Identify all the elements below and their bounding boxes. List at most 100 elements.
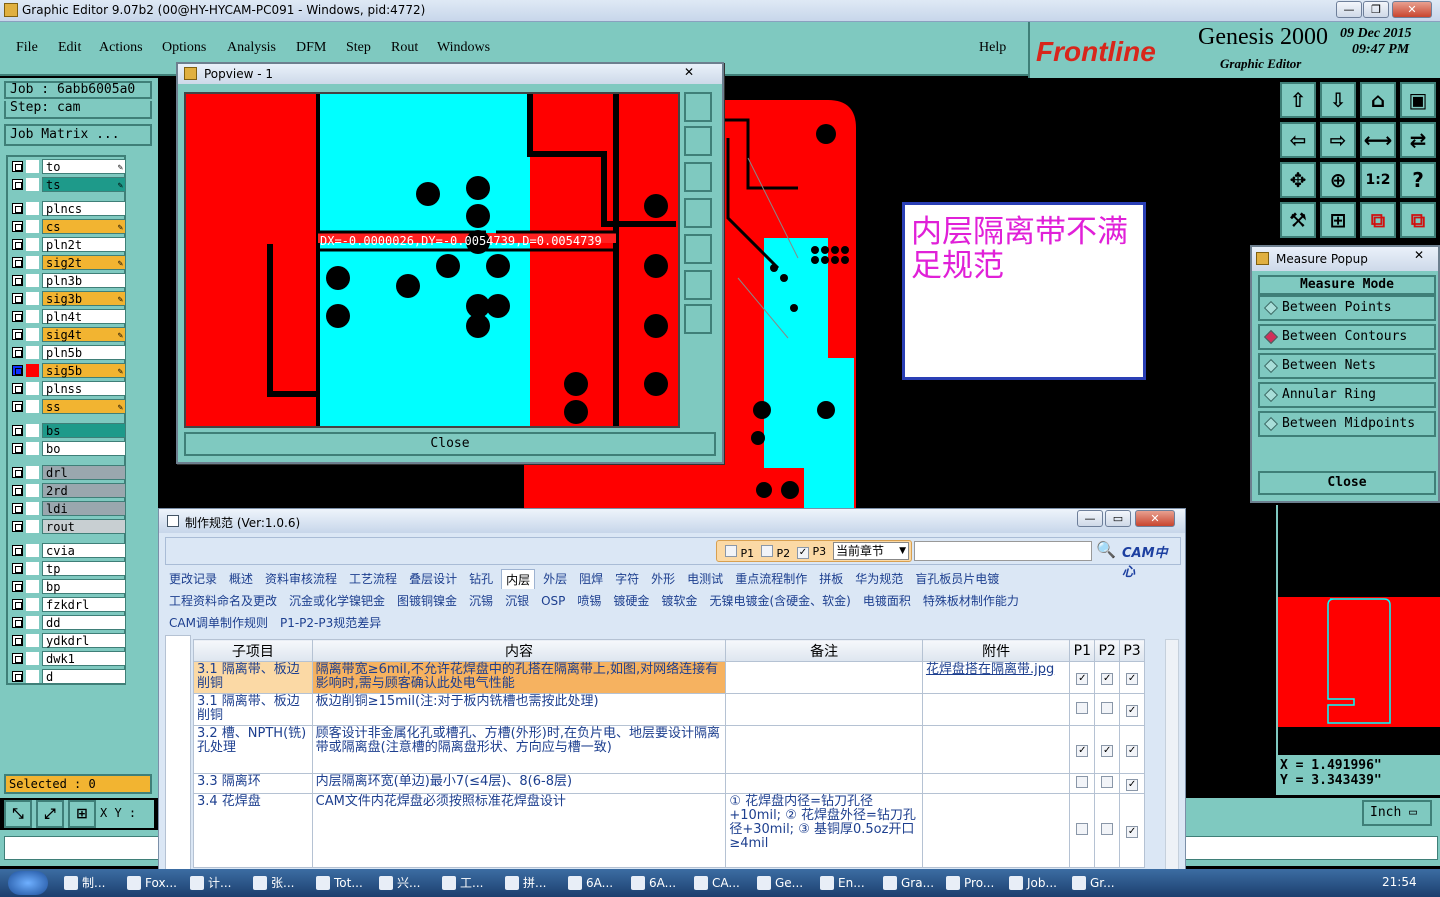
pv-pan-left-icon[interactable] xyxy=(684,198,712,228)
taskbar-item[interactable]: 6A... xyxy=(564,872,624,894)
layer-checkbox[interactable] xyxy=(12,383,23,394)
cell-p3[interactable]: ✓ xyxy=(1119,793,1145,868)
spec-tab[interactable]: 镀软金 xyxy=(657,591,701,611)
layer-name[interactable]: dwk1 xyxy=(42,651,126,666)
layer-name[interactable]: 2rd xyxy=(42,483,126,498)
layer-row[interactable]: tp xyxy=(10,561,126,576)
zoom-box-icon[interactable]: ⤡ xyxy=(4,800,32,828)
layer-name[interactable]: rout xyxy=(42,519,126,534)
spec-tab[interactable]: P1-P2-P3规范差异 xyxy=(276,613,385,633)
cell-p2[interactable] xyxy=(1094,693,1121,726)
menu-analysis[interactable]: Analysis xyxy=(227,40,276,56)
layer-checkbox[interactable] xyxy=(12,161,23,172)
layer-checkbox[interactable] xyxy=(12,467,23,478)
cell-p1[interactable] xyxy=(1069,773,1096,794)
layer-checkbox[interactable] xyxy=(12,293,23,304)
cell-p1[interactable]: ✓ xyxy=(1069,725,1096,774)
layer-name[interactable]: tp xyxy=(42,561,126,576)
layer-name[interactable]: bo xyxy=(42,441,126,456)
taskbar-item[interactable]: 拼... xyxy=(501,872,561,894)
layer-row[interactable]: to ✎ xyxy=(10,159,126,174)
mini-view[interactable] xyxy=(1276,505,1440,755)
search-input[interactable] xyxy=(914,541,1092,561)
spec-tab[interactable]: 喷锡 xyxy=(573,591,605,611)
taskbar-item[interactable]: Job... xyxy=(1005,872,1065,894)
taskbar-item[interactable]: Tot... xyxy=(312,872,372,894)
toolbar-grid-icon[interactable]: ⊞ xyxy=(1320,202,1356,238)
layer-checkbox[interactable] xyxy=(12,365,23,376)
col-item[interactable]: 子项目 xyxy=(193,639,313,662)
cell-p1[interactable]: ✓ xyxy=(1069,661,1096,694)
layer-name[interactable]: pln4t xyxy=(42,309,126,324)
menu-actions[interactable]: Actions xyxy=(99,40,143,56)
taskbar-item[interactable]: Fox... xyxy=(123,872,183,894)
layer-checkbox[interactable] xyxy=(12,221,23,232)
taskbar-item[interactable]: 工... xyxy=(438,872,498,894)
maximize-button[interactable]: ❐ xyxy=(1363,1,1389,18)
toolbar-layers-icon[interactable]: ⧉ xyxy=(1400,202,1436,238)
layer-row[interactable]: sig2t ✎ xyxy=(10,255,126,270)
pv-pan-down-icon[interactable] xyxy=(684,162,712,192)
table-row[interactable]: 3.3 隔离环 内层隔离环宽(单边)最小7(≤4层)、8(6-8层) ✓ xyxy=(193,773,1145,794)
spec-tab[interactable]: 拼板 xyxy=(815,569,847,589)
layer-row[interactable]: ss ✎ xyxy=(10,399,126,414)
layer-name[interactable]: pln5b xyxy=(42,345,126,360)
cell-attachment[interactable]: 花焊盘搭在隔离带.jpg xyxy=(921,661,1071,694)
menu-rout[interactable]: Rout xyxy=(391,40,418,56)
pv-pan-up-icon[interactable] xyxy=(684,126,712,156)
spec-tab[interactable]: 钻孔 xyxy=(465,569,497,589)
layer-checkbox[interactable] xyxy=(12,443,23,454)
layer-row[interactable]: pln2t xyxy=(10,237,126,252)
cell-p3[interactable]: ✓ xyxy=(1119,661,1145,694)
mode-between-points[interactable]: Between Points xyxy=(1258,295,1436,321)
layer-checkbox[interactable] xyxy=(12,401,23,412)
table-row[interactable]: 3.1 隔离带、板边削铜 板边削铜≥15mil(注:对于板内铣槽也需按此处理) ✓ xyxy=(193,693,1145,726)
cell-attachment[interactable] xyxy=(921,725,1071,774)
filter-p1[interactable]: P1 xyxy=(725,545,754,560)
spec-tab[interactable]: 镀硬金 xyxy=(609,591,653,611)
menu-windows[interactable]: Windows xyxy=(437,40,490,56)
chapter-select[interactable]: 当前章节 ▼ xyxy=(833,542,909,560)
spec-close-button[interactable]: ✕ xyxy=(1135,510,1175,527)
measure-close-button[interactable]: Close xyxy=(1258,471,1436,495)
toolbar-building-icon[interactable]: ⌂ xyxy=(1360,82,1396,118)
spec-tab[interactable]: 阻焊 xyxy=(575,569,607,589)
cell-p3[interactable]: ✓ xyxy=(1119,693,1145,726)
toolbar-fit-icon[interactable]: ✥ xyxy=(1280,162,1316,198)
vertical-scrollbar[interactable] xyxy=(1165,639,1179,889)
layer-checkbox[interactable] xyxy=(12,521,23,532)
layer-row[interactable]: bp xyxy=(10,579,126,594)
pv-zoom-in-icon[interactable] xyxy=(684,270,712,300)
layer-checkbox[interactable] xyxy=(12,275,23,286)
toolbar-help-icon[interactable]: ? xyxy=(1400,162,1436,198)
taskbar-item[interactable]: En... xyxy=(816,872,876,894)
layer-row[interactable]: bo xyxy=(10,441,126,456)
layer-checkbox[interactable] xyxy=(12,179,23,190)
spec-tab[interactable]: 盲孔板员片电镀 xyxy=(911,569,1003,589)
cell-p1[interactable] xyxy=(1069,793,1096,868)
taskbar-item[interactable]: Ge... xyxy=(753,872,813,894)
spec-minimize-button[interactable]: — xyxy=(1077,510,1103,527)
layer-name[interactable]: dd xyxy=(42,615,126,630)
cell-attachment[interactable] xyxy=(921,693,1071,726)
taskbar-item[interactable]: Gra... xyxy=(879,872,939,894)
toolbar-home-icon[interactable]: ⇧ xyxy=(1280,82,1316,118)
layer-row[interactable]: dd xyxy=(10,615,126,630)
layer-row[interactable]: pln4t xyxy=(10,309,126,324)
spec-tab[interactable]: 华为规范 xyxy=(851,569,907,589)
mode-annular-ring[interactable]: Annular Ring xyxy=(1258,382,1436,408)
layer-checkbox[interactable] xyxy=(12,635,23,646)
grid-icon[interactable]: ⊞ xyxy=(68,800,96,828)
spec-tab[interactable]: 工程资料命名及更改 xyxy=(165,591,281,611)
col-p3[interactable]: P3 xyxy=(1119,639,1145,662)
layer-name[interactable]: plncs xyxy=(42,201,126,216)
layer-name[interactable]: ts ✎ xyxy=(42,177,126,192)
pv-pan-right-icon[interactable] xyxy=(684,234,712,264)
spec-tab[interactable]: 内层 xyxy=(501,569,536,589)
pv-zoom-fit-icon[interactable] xyxy=(684,92,712,122)
cell-p2[interactable]: ✓ xyxy=(1094,661,1121,694)
layer-row[interactable]: plnss xyxy=(10,381,126,396)
mode-between-midpoints[interactable]: Between Midpoints xyxy=(1258,411,1436,437)
layer-row[interactable]: sig3b ✎ xyxy=(10,291,126,306)
taskbar-item[interactable]: 张... xyxy=(249,872,309,894)
